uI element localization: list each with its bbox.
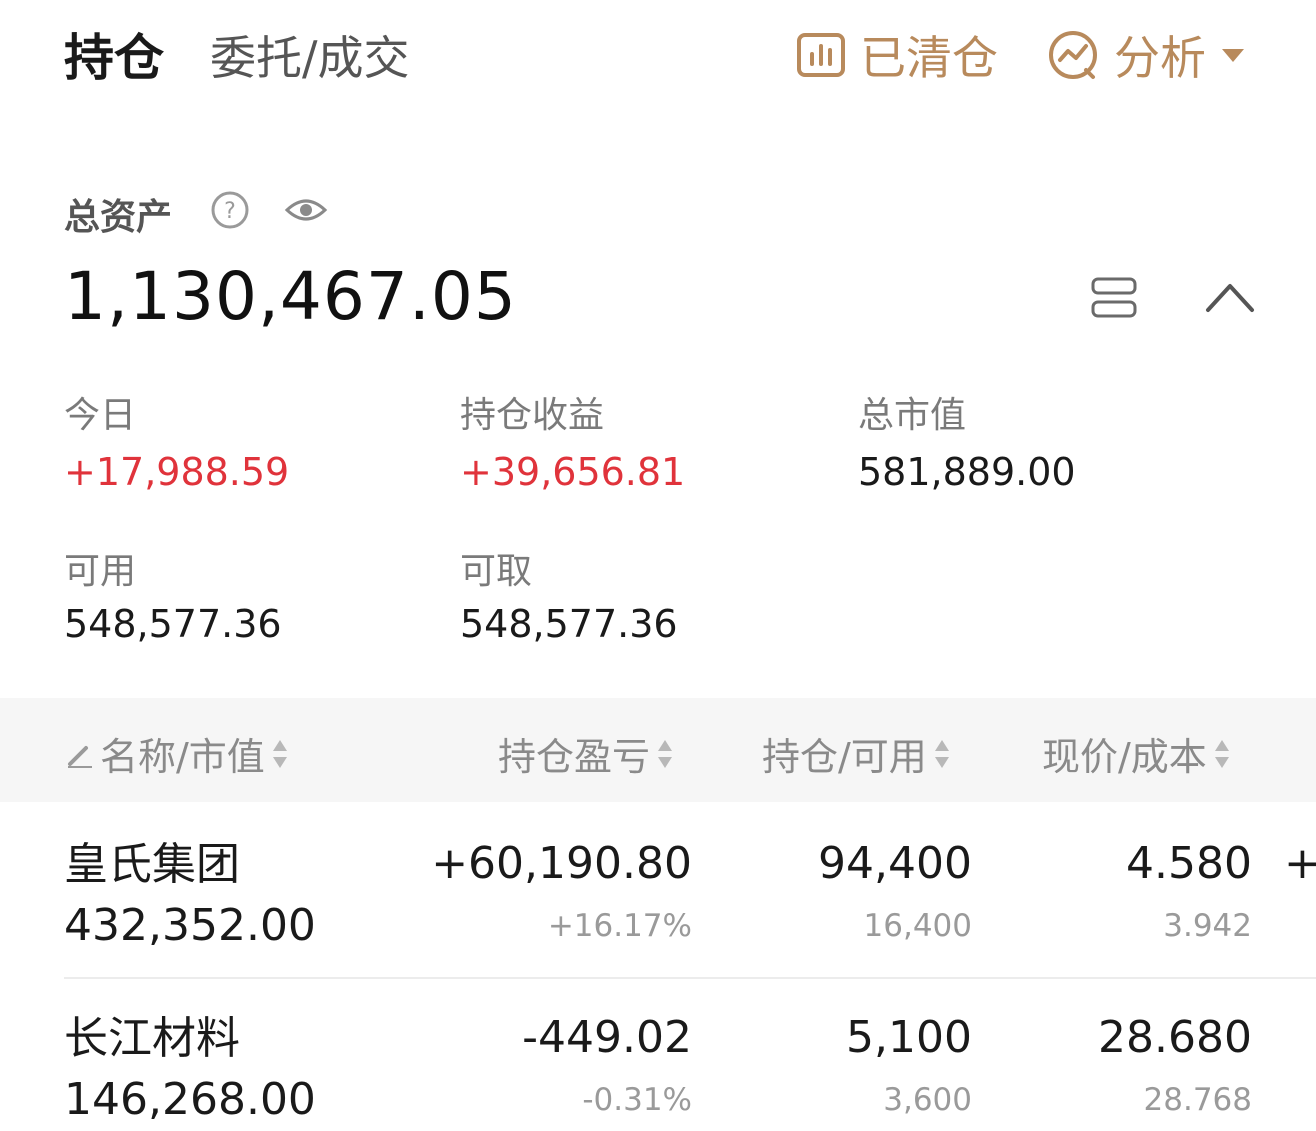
collapse-chevron-icon[interactable] (1204, 280, 1256, 314)
position-pnl-label: 持仓收益 (460, 395, 605, 436)
row-cost: 3.942 (1163, 908, 1252, 944)
market-value-label: 总市值 (858, 395, 967, 436)
total-assets-value: 1,130,467.05 (64, 258, 517, 335)
row-pnl-percent: +16.17% (547, 908, 692, 944)
position-pnl-value: +39,656.81 (460, 450, 686, 494)
eye-icon[interactable] (284, 194, 328, 226)
row-extra-cut-off: + (1284, 838, 1316, 889)
bar-chart-icon (797, 33, 845, 77)
row-price: 4.580 (1126, 838, 1252, 889)
row-stock-name: 长江材料 (64, 1013, 240, 1064)
column-header-pnl[interactable]: 持仓盈亏 (498, 726, 674, 781)
cleared-positions-button[interactable]: 已清仓 (796, 22, 998, 88)
row-available: 16,400 (863, 908, 972, 944)
available-label: 可用 (64, 551, 137, 592)
tab-positions[interactable]: 持仓 (64, 18, 164, 90)
caret-down-icon (1222, 49, 1244, 62)
sort-icon (272, 739, 287, 768)
analysis-label: 分析 (1114, 31, 1206, 85)
svg-text:?: ? (224, 199, 236, 224)
row-available: 3,600 (883, 1082, 972, 1118)
column-header-position[interactable]: 持仓/可用 (762, 726, 951, 781)
row-cost: 28.768 (1143, 1082, 1252, 1118)
today-label: 今日 (64, 395, 137, 436)
help-icon[interactable]: ? (210, 190, 250, 230)
row-pnl: +60,190.80 (431, 838, 692, 889)
column-header-pnl-label: 持仓盈亏 (498, 735, 651, 779)
row-position: 94,400 (818, 838, 972, 889)
column-header-name-label: 名称/市值 (100, 735, 265, 779)
sort-icon (934, 739, 949, 768)
row-market-value: 432,352.00 (64, 900, 316, 951)
tab-orders[interactable]: 委托/成交 (210, 22, 410, 88)
available-value: 548,577.36 (64, 602, 282, 646)
row-pnl: -449.02 (522, 1012, 692, 1063)
cleared-positions-label: 已清仓 (860, 31, 998, 85)
market-value-value: 581,889.00 (858, 450, 1076, 494)
layout-toggle-icon[interactable] (1090, 276, 1138, 320)
row-price: 28.680 (1098, 1012, 1252, 1063)
row-stock-name: 皇氏集团 (64, 839, 240, 890)
today-value: +17,988.59 (64, 450, 290, 494)
withdrawable-label: 可取 (460, 551, 533, 592)
column-header-price-label: 现价/成本 (1042, 735, 1207, 779)
column-header-price[interactable]: 现价/成本 (1042, 726, 1231, 781)
edit-pencil-icon (68, 745, 92, 768)
row-position: 5,100 (846, 1012, 972, 1063)
withdrawable-value: 548,577.36 (460, 602, 678, 646)
sort-icon (658, 739, 673, 768)
column-header-name[interactable]: 名称/市值 (64, 726, 289, 781)
row-market-value: 146,268.00 (64, 1074, 316, 1125)
sort-icon (1214, 739, 1229, 768)
analysis-dropdown[interactable]: 分析 (1046, 22, 1246, 88)
analysis-icon (1049, 31, 1097, 79)
row-pnl-percent: -0.31% (582, 1082, 692, 1118)
column-header-position-label: 持仓/可用 (762, 735, 927, 779)
total-assets-label: 总资产 (64, 197, 173, 238)
